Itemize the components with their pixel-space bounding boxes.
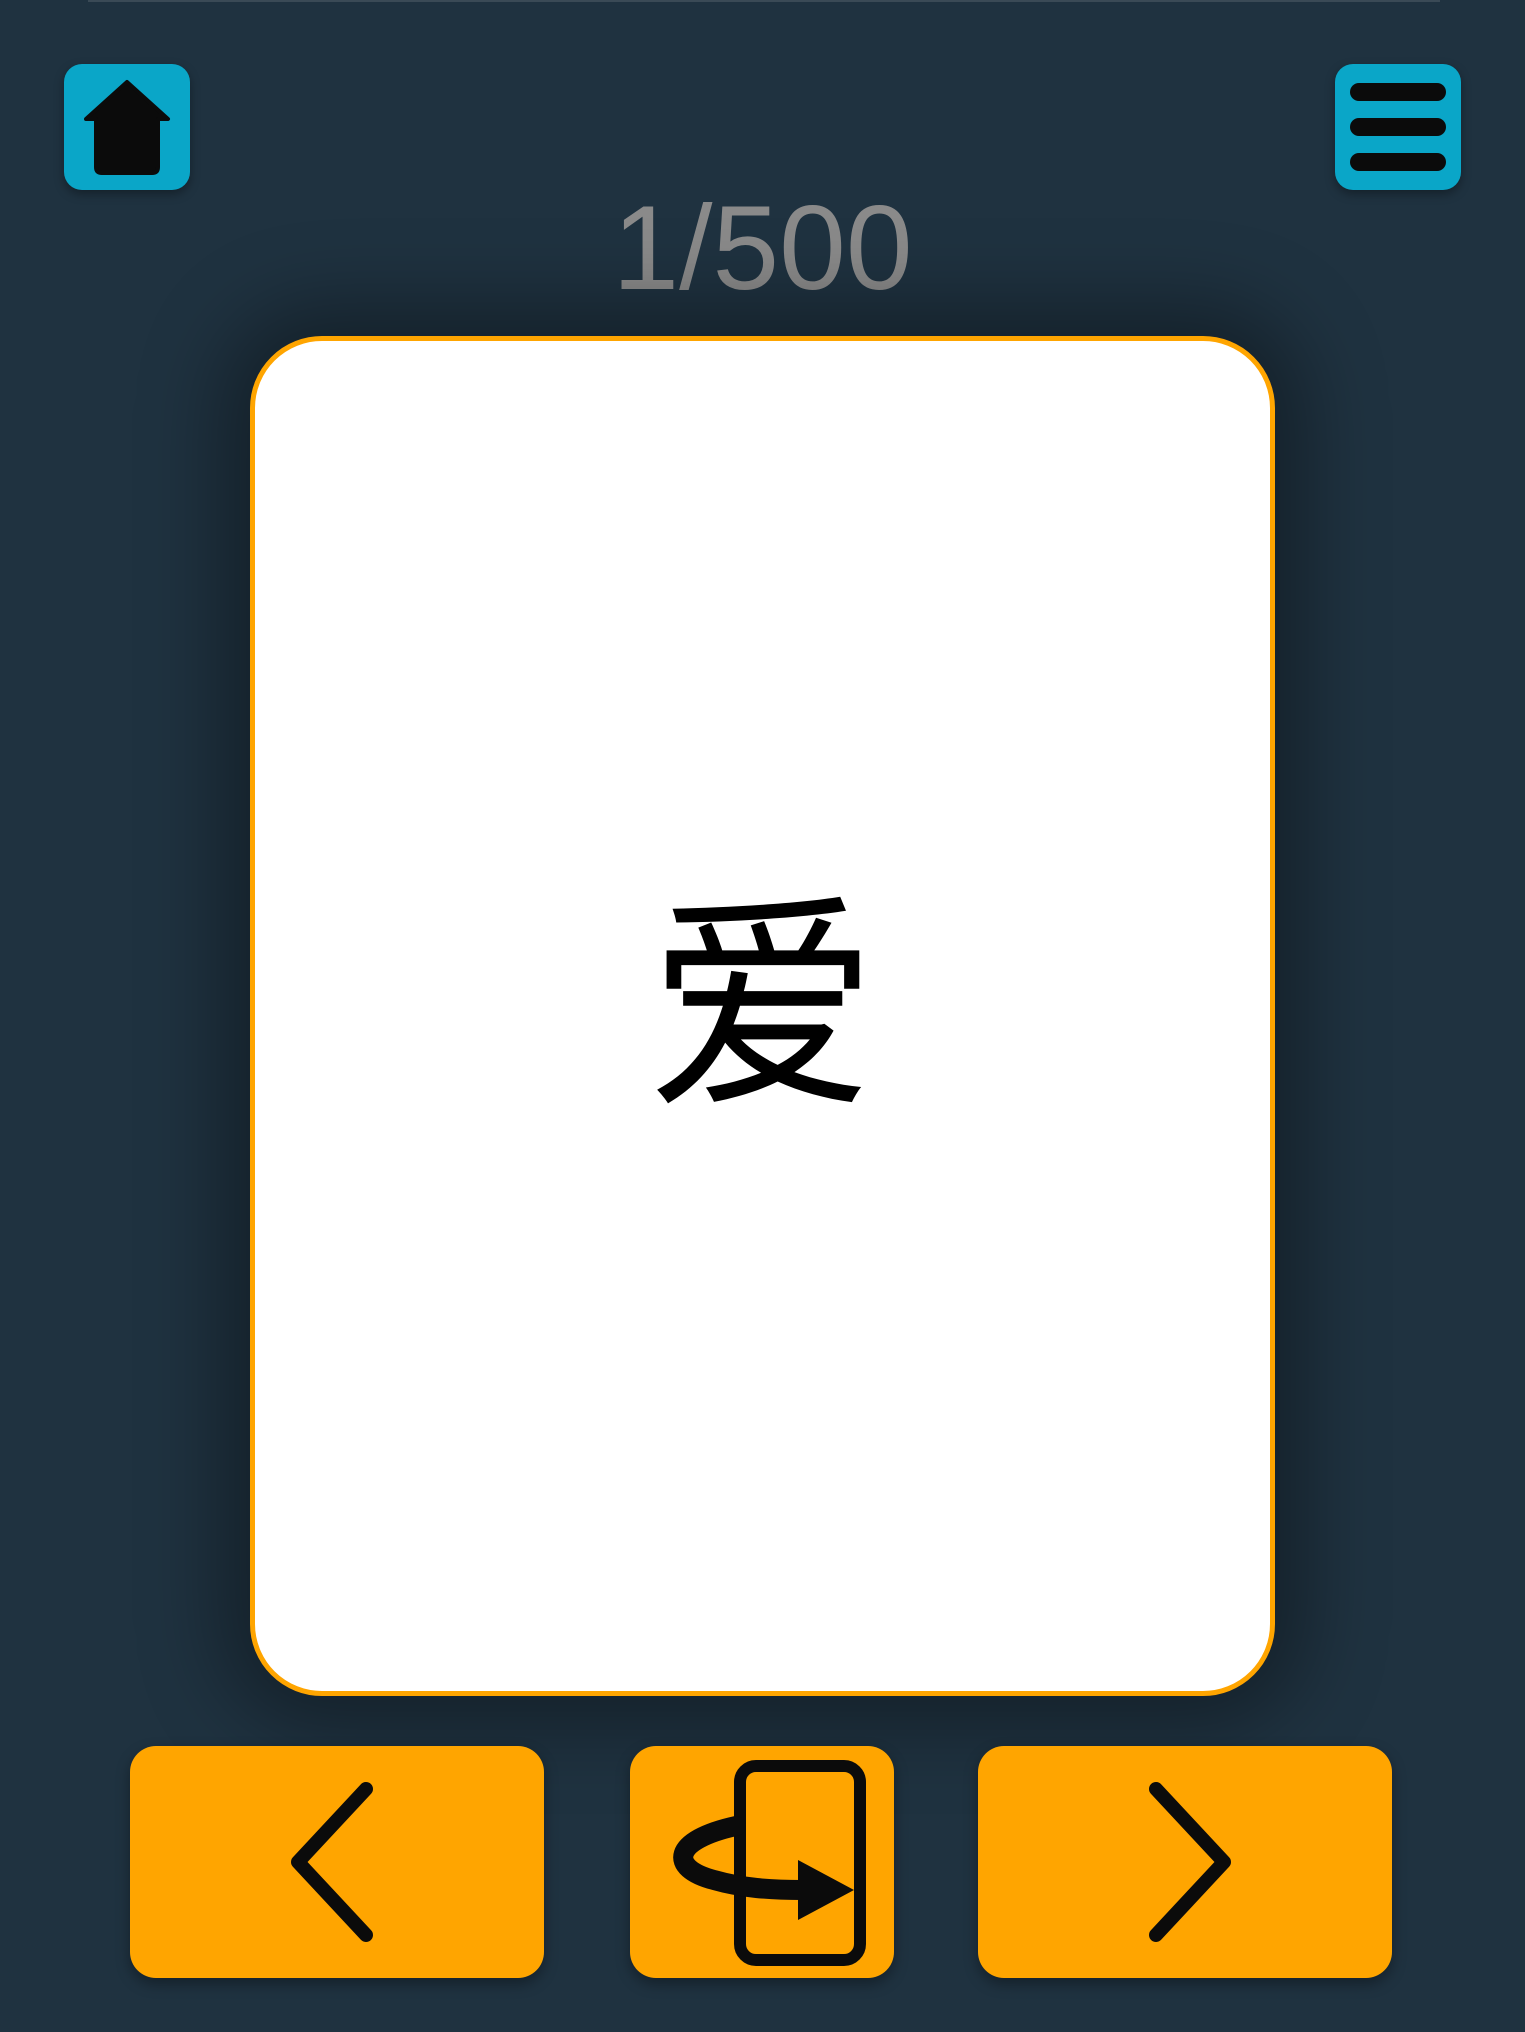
menu-button[interactable] — [1335, 64, 1461, 190]
flashcard[interactable]: 爱 — [250, 336, 1275, 1696]
flip-card-button[interactable] — [630, 1746, 894, 1978]
home-icon — [84, 80, 170, 175]
flashcard-front-text: 爱 — [647, 875, 878, 1142]
chevron-left-icon — [291, 1782, 373, 1942]
top-divider — [88, 0, 1440, 2]
home-button[interactable] — [64, 64, 190, 190]
next-card-button[interactable] — [978, 1746, 1392, 1978]
previous-card-button[interactable] — [130, 1746, 544, 1978]
card-counter: 1/500 — [612, 181, 913, 315]
hamburger-menu-icon — [1350, 83, 1446, 171]
chevron-right-icon — [1149, 1782, 1231, 1942]
flip-card-icon — [673, 1760, 866, 1966]
